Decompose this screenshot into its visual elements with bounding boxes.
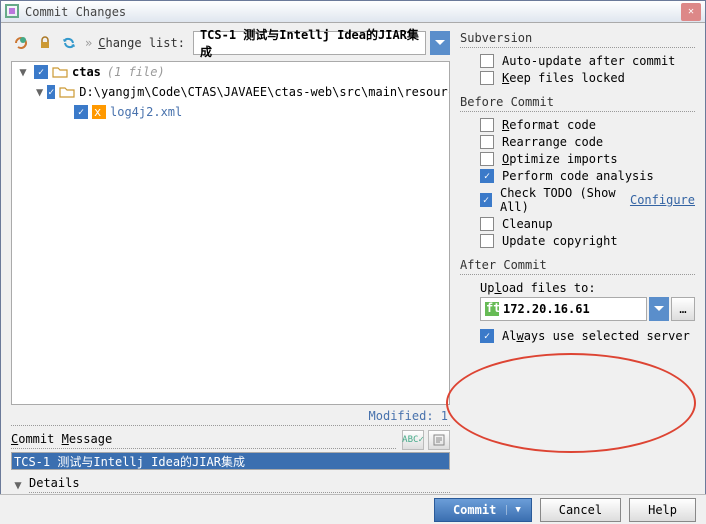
- file-label: log4j2.xml: [110, 105, 182, 119]
- history-icon[interactable]: [428, 430, 450, 450]
- opt-reformat[interactable]: Reformat code: [480, 118, 695, 132]
- commit-message-title: Commit Message: [11, 432, 396, 449]
- commit-message-input[interactable]: [11, 452, 450, 470]
- checkbox[interactable]: [480, 217, 494, 231]
- checkbox[interactable]: ✓: [480, 169, 494, 183]
- checkbox[interactable]: [480, 118, 494, 132]
- upload-dropdown[interactable]: [649, 297, 669, 321]
- opt-rearrange[interactable]: Rearrange code: [480, 135, 695, 149]
- checkbox[interactable]: [480, 152, 494, 166]
- opt-optimize[interactable]: Optimize imports: [480, 152, 695, 166]
- checkbox[interactable]: ✓: [480, 329, 494, 343]
- opt-todo[interactable]: ✓Check TODO (Show All)Configure: [480, 186, 695, 214]
- tree-root[interactable]: ▼ ✓ ctas (1 file): [12, 62, 449, 82]
- checkbox[interactable]: ✓: [47, 85, 55, 99]
- help-button[interactable]: Help: [629, 498, 696, 522]
- checkbox[interactable]: [480, 54, 494, 68]
- section-after: After Commit: [460, 258, 695, 275]
- checkbox[interactable]: [480, 234, 494, 248]
- lock-icon[interactable]: [35, 33, 55, 53]
- svg-text:x: x: [94, 105, 101, 119]
- upload-label: Upload files to:: [480, 281, 695, 295]
- opt-always-server[interactable]: ✓Always use selected server: [480, 329, 695, 343]
- file-count: (1 file): [107, 65, 165, 79]
- status-bar: Modified: 1: [11, 407, 450, 426]
- spellcheck-icon[interactable]: ABC✓: [402, 430, 424, 450]
- section-subversion: Subversion: [460, 31, 695, 48]
- changelist-dropdown[interactable]: [430, 31, 450, 55]
- file-tree[interactable]: ▼ ✓ ctas (1 file) ▼ ✓ D:\yangjm\Code\CTA…: [11, 61, 450, 405]
- refresh-vcs-icon[interactable]: [11, 33, 31, 53]
- toolbar: » Change list: TCS-1 测试与Intellj Idea的JIA…: [11, 31, 450, 55]
- svg-text:ftp: ftp: [486, 302, 499, 315]
- window-title: Commit Changes: [25, 5, 681, 19]
- close-button[interactable]: ✕: [681, 3, 701, 21]
- checkbox[interactable]: [480, 135, 494, 149]
- checkbox[interactable]: ✓: [34, 65, 48, 79]
- collapse-icon[interactable]: ▼: [16, 65, 30, 79]
- app-icon: [5, 4, 21, 20]
- cancel-button[interactable]: Cancel: [540, 498, 621, 522]
- button-bar: Commit▼ Cancel Help: [0, 494, 706, 524]
- changelist-select[interactable]: TCS-1 测试与Intellj Idea的JIAR集成: [193, 31, 426, 55]
- expand-icon: ▼: [11, 478, 25, 492]
- opt-analysis[interactable]: ✓Perform code analysis: [480, 169, 695, 183]
- separator-icon: »: [85, 36, 92, 50]
- path-label: D:\yangjm\Code\CTAS\JAVAEE\ctas-web\src\…: [79, 85, 450, 99]
- details-toggle[interactable]: ▼ Details: [11, 476, 450, 493]
- annotation-ellipse: [446, 353, 696, 453]
- upload-server-select[interactable]: ftp 172.20.16.61: [480, 297, 647, 321]
- checkbox[interactable]: ✓: [480, 193, 492, 207]
- titlebar: Commit Changes ✕: [1, 1, 705, 23]
- folder-icon: [59, 85, 75, 99]
- folder-label: ctas: [72, 65, 101, 79]
- opt-auto-update[interactable]: Auto-update after commit: [480, 54, 695, 68]
- details-label: Details: [29, 476, 450, 493]
- commit-button[interactable]: Commit▼: [434, 498, 532, 522]
- ftp-icon: ftp: [485, 302, 499, 316]
- xml-file-icon: x: [92, 105, 106, 119]
- tree-file[interactable]: ✓ x log4j2.xml: [12, 102, 449, 122]
- collapse-icon[interactable]: ▼: [36, 85, 43, 99]
- opt-copyright[interactable]: Update copyright: [480, 234, 695, 248]
- folder-icon: [52, 65, 68, 79]
- configure-link[interactable]: Configure: [630, 193, 695, 207]
- sync-icon[interactable]: [59, 33, 79, 53]
- opt-cleanup[interactable]: Cleanup: [480, 217, 695, 231]
- checkbox[interactable]: [480, 71, 494, 85]
- checkbox[interactable]: ✓: [74, 105, 88, 119]
- upload-browse-button[interactable]: …: [671, 297, 695, 321]
- tree-path[interactable]: ▼ ✓ D:\yangjm\Code\CTAS\JAVAEE\ctas-web\…: [12, 82, 449, 102]
- section-before: Before Commit: [460, 95, 695, 112]
- opt-keep-locked[interactable]: Keep files locked: [480, 71, 695, 85]
- changelist-label: Change list:: [98, 36, 185, 50]
- chevron-down-icon[interactable]: ▼: [506, 505, 520, 515]
